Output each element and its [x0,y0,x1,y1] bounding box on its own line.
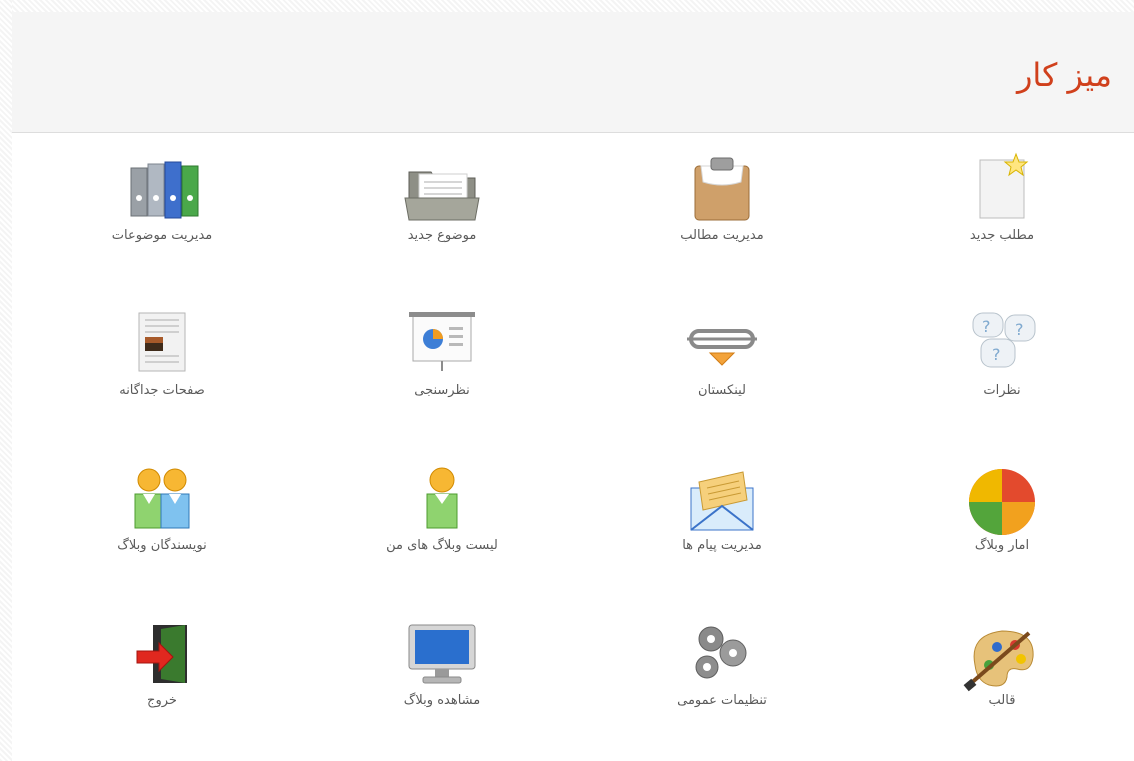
page-title: میز کار [1016,56,1112,94]
tile-manage-posts[interactable]: مدیریت مطالب [622,140,822,250]
exit-door-icon [136,625,187,683]
tile-exit[interactable]: خروج [62,605,262,715]
clipboard-icon [694,157,750,221]
tile-links[interactable]: لینکستان [622,295,822,405]
tile-label: مشاهده وبلاگ [403,693,481,708]
tile-template[interactable]: قالب [902,605,1102,715]
tile-messages[interactable]: مدیریت پیام ها [622,450,822,560]
folder-icon [404,171,480,221]
pie-chart-icon [969,469,1035,535]
tile-label: صفحات جداگانه [119,383,205,398]
dashboard-grid: مطلب جدید مدیریت مطالب موضوع جدید مدیریت… [12,140,1134,740]
question-bubbles-icon: ? ? ? [972,312,1036,368]
tile-new-category[interactable]: موضوع جدید [342,140,542,250]
tile-label: مدیریت موضوعات [111,228,213,243]
tile-label: مطلب جدید [969,228,1035,243]
chain-link-icon [687,329,757,366]
dashboard-header: میز کار [12,12,1134,133]
tile-label: نظرات [983,383,1021,398]
tile-pages[interactable]: صفحات جداگانه [62,295,262,405]
tile-poll[interactable]: نظرسنجی [342,295,542,405]
tile-blog-authors[interactable]: نویسندگان وبلاگ [62,450,262,560]
tile-manage-categories[interactable]: مدیریت موضوعات [62,140,262,250]
monitor-icon [408,624,476,684]
new-post-icon [979,152,1029,219]
tile-label: خروج [147,693,177,708]
tile-label: لیست وبلاگ های من [386,538,498,553]
tile-label: نظرسنجی [414,383,470,398]
tile-my-blogs[interactable]: لیست وبلاگ های من [342,450,542,560]
tile-label: تنظیمات عمومی [677,693,767,708]
tile-new-post[interactable]: مطلب جدید [902,140,1102,250]
tile-general-settings[interactable]: تنظیمات عمومی [622,605,822,715]
tile-label: مدیریت مطالب [680,228,764,243]
svg-text:?: ? [1015,320,1024,339]
tile-blog-stats[interactable]: امار وبلاگ [902,450,1102,560]
tile-label: امار وبلاگ [974,538,1030,553]
tile-label: نویسندگان وبلاگ [117,538,207,553]
tile-label: موضوع جدید [407,228,477,243]
binders-icon [130,161,199,219]
document-page-icon [138,312,186,372]
tile-comments[interactable]: ? ? ? نظرات [902,295,1102,405]
gears-icon [695,626,747,679]
user-icon [426,467,458,529]
page-edge-texture [0,0,12,761]
page-background-texture [0,0,1134,12]
tile-label: مدیریت پیام ها [682,538,762,553]
users-icon [134,468,190,529]
tile-label: لینکستان [697,383,746,398]
tile-view-blog[interactable]: مشاهده وبلاگ [342,605,542,715]
svg-text:?: ? [992,345,1001,364]
presentation-chart-icon [409,312,475,371]
envelope-icon [690,471,754,531]
tile-label: قالب [988,693,1016,708]
palette-icon [963,630,1034,692]
svg-text:?: ? [982,317,991,336]
